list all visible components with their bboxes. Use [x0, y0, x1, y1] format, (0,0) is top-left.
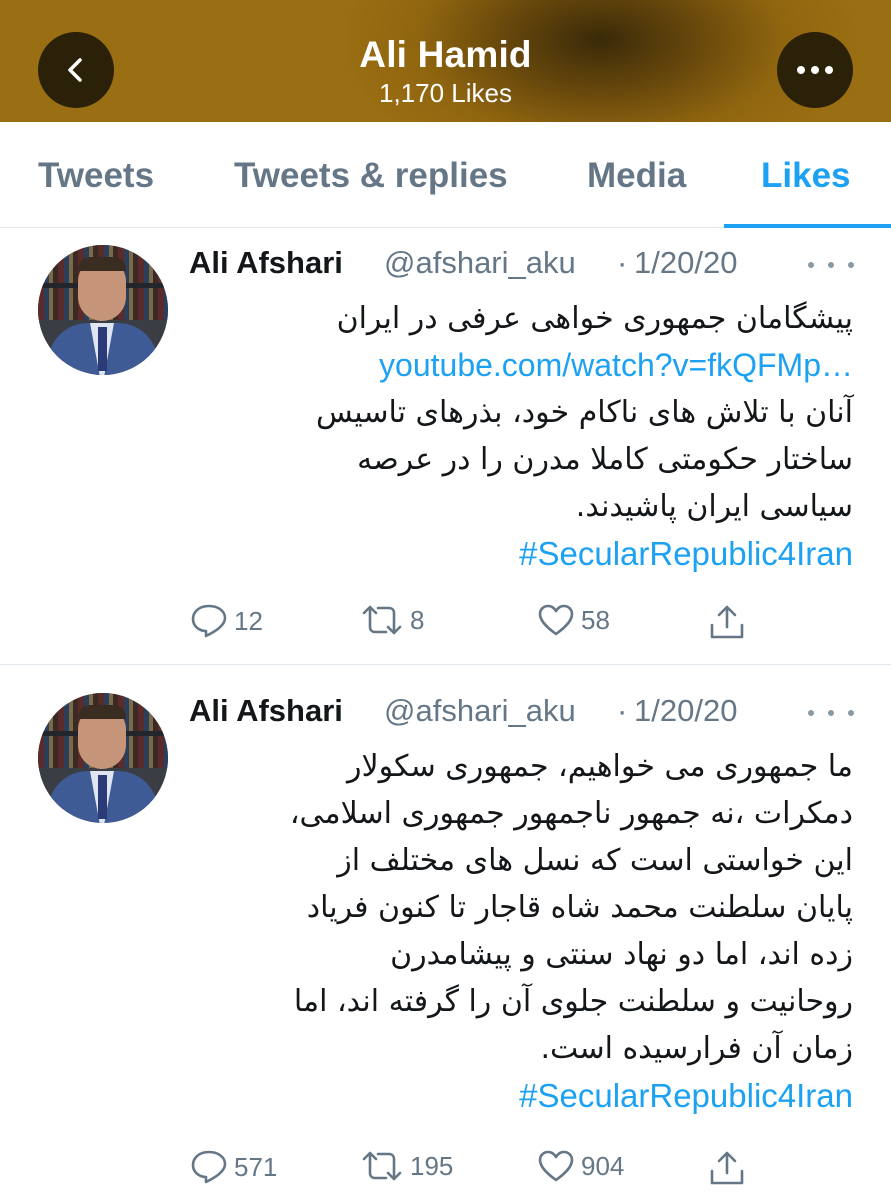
- tweet[interactable]: Ali Afshari @afshari_aku · 1/20/20 ما جم…: [0, 665, 891, 1200]
- retweet-icon: [362, 1151, 402, 1181]
- reply-count: 12: [234, 605, 263, 636]
- active-tab-indicator: [724, 224, 891, 228]
- heart-icon: [538, 1150, 574, 1182]
- tweet-text-line: این خواستی است که نسل های مختلف از: [337, 843, 853, 878]
- share-icon: [710, 1151, 744, 1185]
- tweet-text-line: سیاسی ایران پاشیدند.: [575, 489, 853, 524]
- tab-tweets[interactable]: Tweets: [38, 156, 154, 196]
- tweet-text: ما جمهوری می خواهیم، جمهوری سکولار دمکرا…: [189, 743, 853, 1119]
- reply-count: 571: [234, 1151, 278, 1182]
- tweet-text-line: دمکرات ،نه جمهور ناجمهور جمهوری اسلامی،: [289, 796, 853, 831]
- likes-count: 1,170 Likes: [379, 78, 512, 108]
- reply-icon: [191, 604, 227, 638]
- tweet-more-icon[interactable]: [808, 703, 854, 723]
- author-handle[interactable]: @afshari_aku: [384, 693, 576, 729]
- retweet-button[interactable]: 195: [360, 1149, 453, 1183]
- like-count: 904: [581, 1150, 625, 1181]
- share-button[interactable]: [708, 603, 746, 641]
- avatar[interactable]: [38, 245, 168, 375]
- author-handle[interactable]: @afshari_aku: [384, 245, 576, 281]
- hashtag-link[interactable]: #SecularRepublic4Iran: [189, 1072, 853, 1119]
- tweet-actions: 571 195 904: [0, 1149, 891, 1189]
- tweet-text-line: روحانیت و سلطنت جلوی آن را گرفته اند، ام…: [293, 984, 853, 1019]
- reply-icon: [191, 1150, 227, 1184]
- heart-icon: [538, 604, 574, 636]
- hashtag-link[interactable]: #SecularRepublic4Iran: [189, 530, 853, 577]
- retweet-count: 195: [410, 1150, 454, 1181]
- reply-button[interactable]: 12: [190, 603, 263, 639]
- more-icon: [797, 66, 833, 74]
- tweet-text-line: پیشگامان جمهوری خواهی عرفی در ایران: [336, 301, 853, 336]
- like-button[interactable]: 904: [537, 1149, 624, 1183]
- share-icon: [710, 605, 744, 639]
- like-count: 58: [581, 604, 610, 635]
- retweet-icon: [362, 605, 402, 635]
- tweet-text-line: پایان سلطنت محمد شاه قاجار تا کنون فریاد: [306, 890, 853, 925]
- tweet-text-line: ساختار حکومتی کاملا مدرن را در عرصه: [357, 442, 853, 477]
- tweet-date[interactable]: 1/20/20: [634, 693, 737, 729]
- tweet-actions: 12 8 58: [0, 603, 891, 643]
- tweet[interactable]: Ali Afshari @afshari_aku · 1/20/20 پیشگا…: [0, 229, 891, 664]
- author-name[interactable]: Ali Afshari: [189, 693, 343, 729]
- profile-tabs: Tweets Tweets & replies Media Likes: [0, 122, 891, 228]
- tweet-date[interactable]: 1/20/20: [634, 245, 737, 281]
- share-button[interactable]: [708, 1149, 746, 1187]
- avatar[interactable]: [38, 693, 168, 823]
- tweet-text-line: زمان آن فرارسیده است.: [540, 1031, 853, 1066]
- tweet-text-line: زده اند، اما دو نهاد سنتی و پیشامدرن: [390, 937, 853, 972]
- tweet-text-line: آنان با تلاش های ناکام خود، بذرهای تاسیس: [316, 395, 853, 430]
- profile-name: Ali Hamid: [359, 34, 532, 75]
- reply-button[interactable]: 571: [190, 1149, 277, 1185]
- tab-media[interactable]: Media: [587, 156, 686, 196]
- more-options-button[interactable]: [777, 32, 853, 108]
- retweet-count: 8: [410, 604, 425, 635]
- separator-dot: ·: [617, 245, 628, 280]
- tab-tweets-replies[interactable]: Tweets & replies: [234, 156, 508, 196]
- tab-likes[interactable]: Likes: [761, 156, 851, 196]
- tweet-more-icon[interactable]: [808, 255, 854, 275]
- like-button[interactable]: 58: [537, 603, 610, 637]
- author-name[interactable]: Ali Afshari: [189, 245, 343, 281]
- retweet-button[interactable]: 8: [360, 603, 424, 637]
- tweet-text-line: ما جمهوری می خواهیم، جمهوری سکولار: [346, 749, 853, 784]
- tweet-text: پیشگامان جمهوری خواهی عرفی در ایران yout…: [189, 295, 853, 577]
- tweet-link[interactable]: youtube.com/watch?v=fkQFMp…: [189, 342, 853, 389]
- profile-header: Ali Hamid 1,170 Likes: [0, 0, 891, 122]
- separator-dot: ·: [617, 693, 628, 728]
